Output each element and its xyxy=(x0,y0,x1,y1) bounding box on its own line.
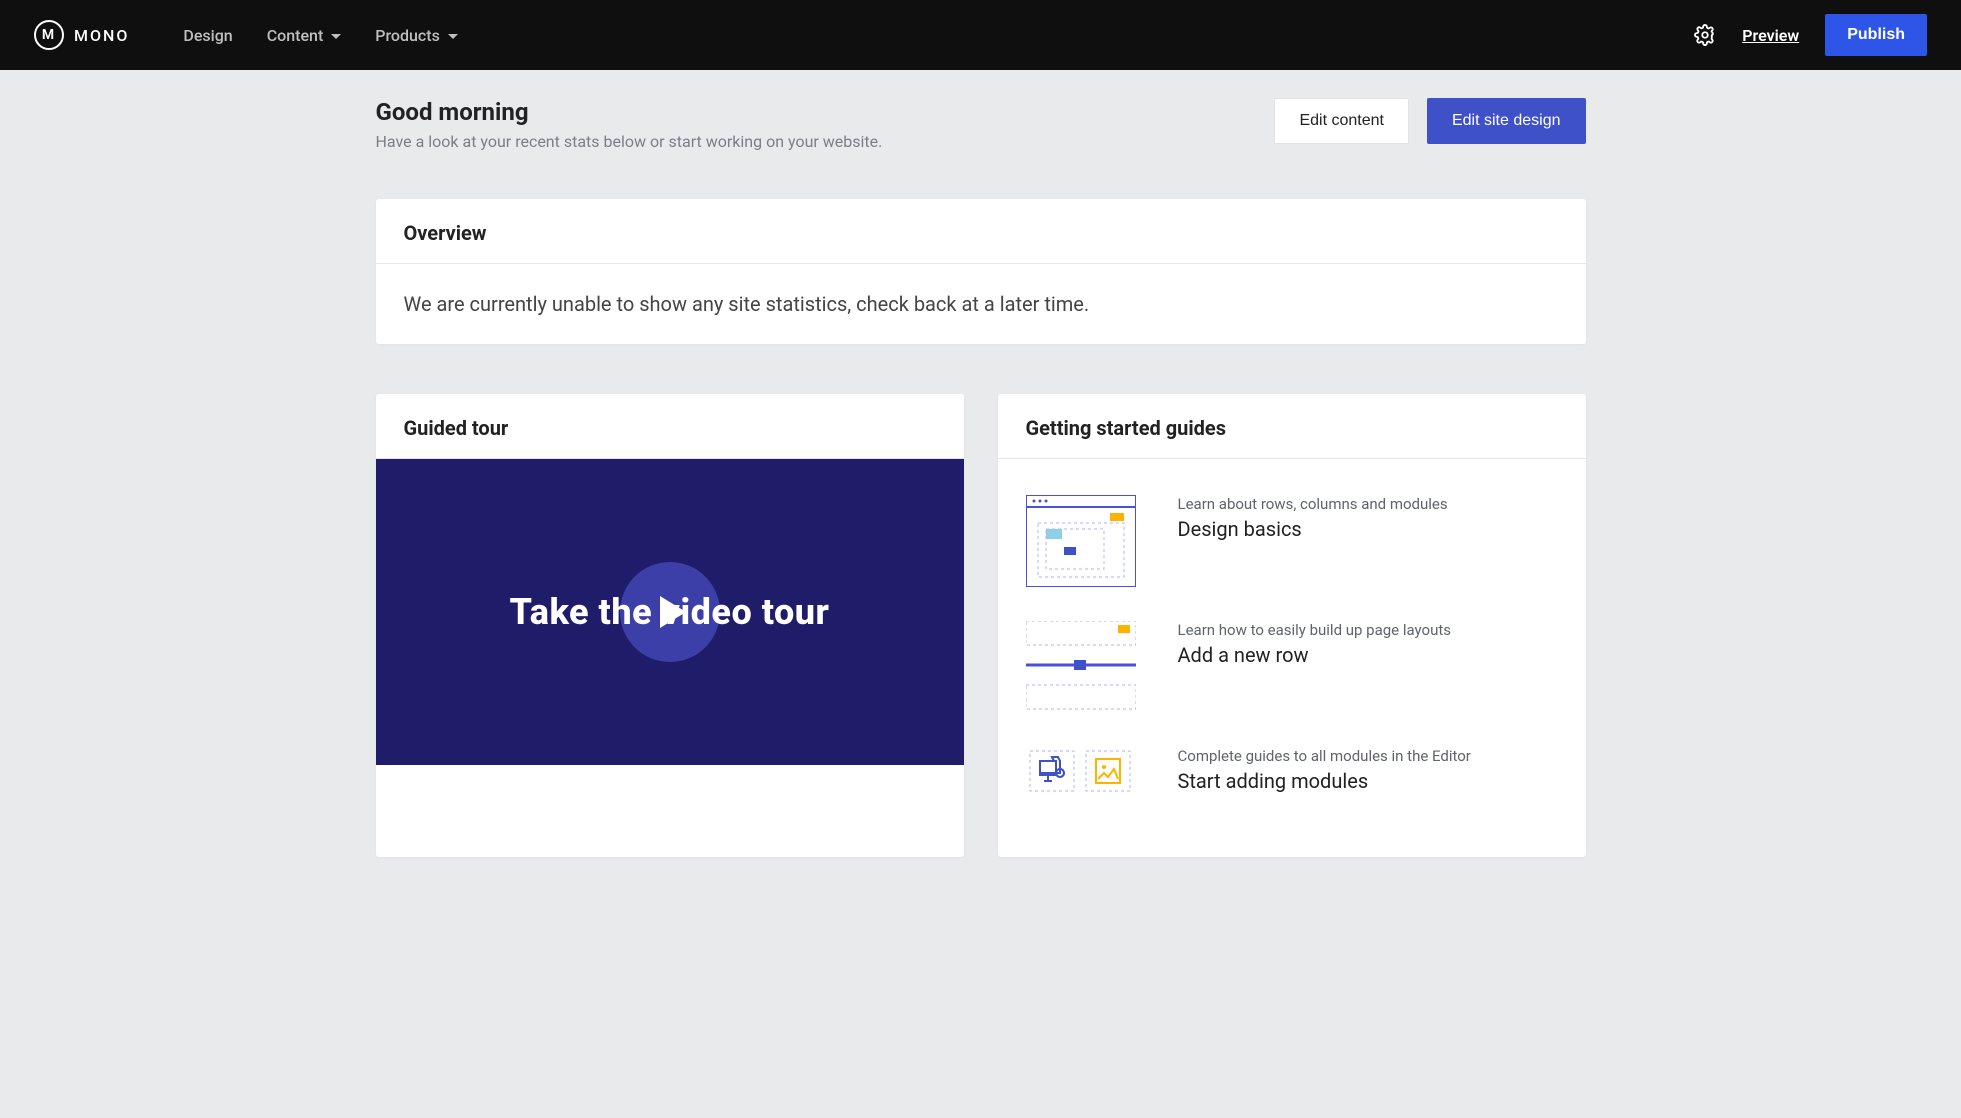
modules-icon xyxy=(1026,747,1136,837)
overview-message: We are currently unable to show any site… xyxy=(376,264,1586,344)
layout-icon xyxy=(1026,495,1136,585)
page-title: Good morning xyxy=(376,98,883,126)
publish-button[interactable]: Publish xyxy=(1825,14,1927,56)
logo-mark-icon: M xyxy=(34,20,64,50)
nav-links: Design Content Products xyxy=(183,26,457,45)
video-tour-label: Take the video tour xyxy=(510,591,830,633)
hero-text: Good morning Have a look at your recent … xyxy=(376,98,883,151)
guided-tour-title: Guided tour xyxy=(376,394,964,459)
row-icon xyxy=(1026,621,1136,711)
edit-content-button[interactable]: Edit content xyxy=(1274,98,1409,144)
guide-design-basics[interactable]: Learn about rows, columns and modules De… xyxy=(1026,495,1558,585)
overview-title: Overview xyxy=(376,199,1586,264)
brand-text: MONO xyxy=(74,26,129,45)
page-body: Good morning Have a look at your recent … xyxy=(366,70,1596,897)
guide-add-row[interactable]: Learn how to easily build up page layout… xyxy=(1026,621,1558,711)
guide-title: Start adding modules xyxy=(1178,769,1471,793)
settings-button[interactable] xyxy=(1694,24,1716,46)
gear-icon xyxy=(1694,24,1716,46)
guide-title: Add a new row xyxy=(1178,643,1452,667)
guides-card: Getting started guides xyxy=(998,394,1586,857)
guide-kicker: Complete guides to all modules in the Ed… xyxy=(1178,747,1471,765)
chevron-down-icon xyxy=(448,34,458,39)
guide-text: Complete guides to all modules in the Ed… xyxy=(1178,747,1471,793)
guide-kicker: Learn about rows, columns and modules xyxy=(1178,495,1448,513)
cards-grid: Guided tour Take the video tour Getting … xyxy=(376,394,1586,857)
guide-text: Learn how to easily build up page layout… xyxy=(1178,621,1452,667)
edit-design-button[interactable]: Edit site design xyxy=(1427,98,1586,144)
logo[interactable]: M MONO xyxy=(34,20,129,50)
hero: Good morning Have a look at your recent … xyxy=(376,98,1586,151)
nav-content[interactable]: Content xyxy=(267,26,342,45)
guide-add-modules[interactable]: Complete guides to all modules in the Ed… xyxy=(1026,747,1558,837)
guide-text: Learn about rows, columns and modules De… xyxy=(1178,495,1448,541)
page-subtitle: Have a look at your recent stats below o… xyxy=(376,132,883,151)
guide-title: Design basics xyxy=(1178,517,1448,541)
overview-card: Overview We are currently unable to show… xyxy=(376,199,1586,344)
nav-products[interactable]: Products xyxy=(375,26,458,45)
hero-actions: Edit content Edit site design xyxy=(1274,98,1585,144)
guide-kicker: Learn how to easily build up page layout… xyxy=(1178,621,1452,639)
guides-list: Learn about rows, columns and modules De… xyxy=(998,459,1586,857)
video-tour-button[interactable]: Take the video tour xyxy=(376,459,964,765)
guides-title: Getting started guides xyxy=(998,394,1586,459)
nav-design[interactable]: Design xyxy=(183,26,232,45)
topbar: M MONO Design Content Products Preview P… xyxy=(0,0,1961,70)
guided-tour-card: Guided tour Take the video tour xyxy=(376,394,964,857)
preview-link[interactable]: Preview xyxy=(1742,26,1799,45)
chevron-down-icon xyxy=(331,34,341,39)
topbar-right: Preview Publish xyxy=(1694,14,1927,56)
